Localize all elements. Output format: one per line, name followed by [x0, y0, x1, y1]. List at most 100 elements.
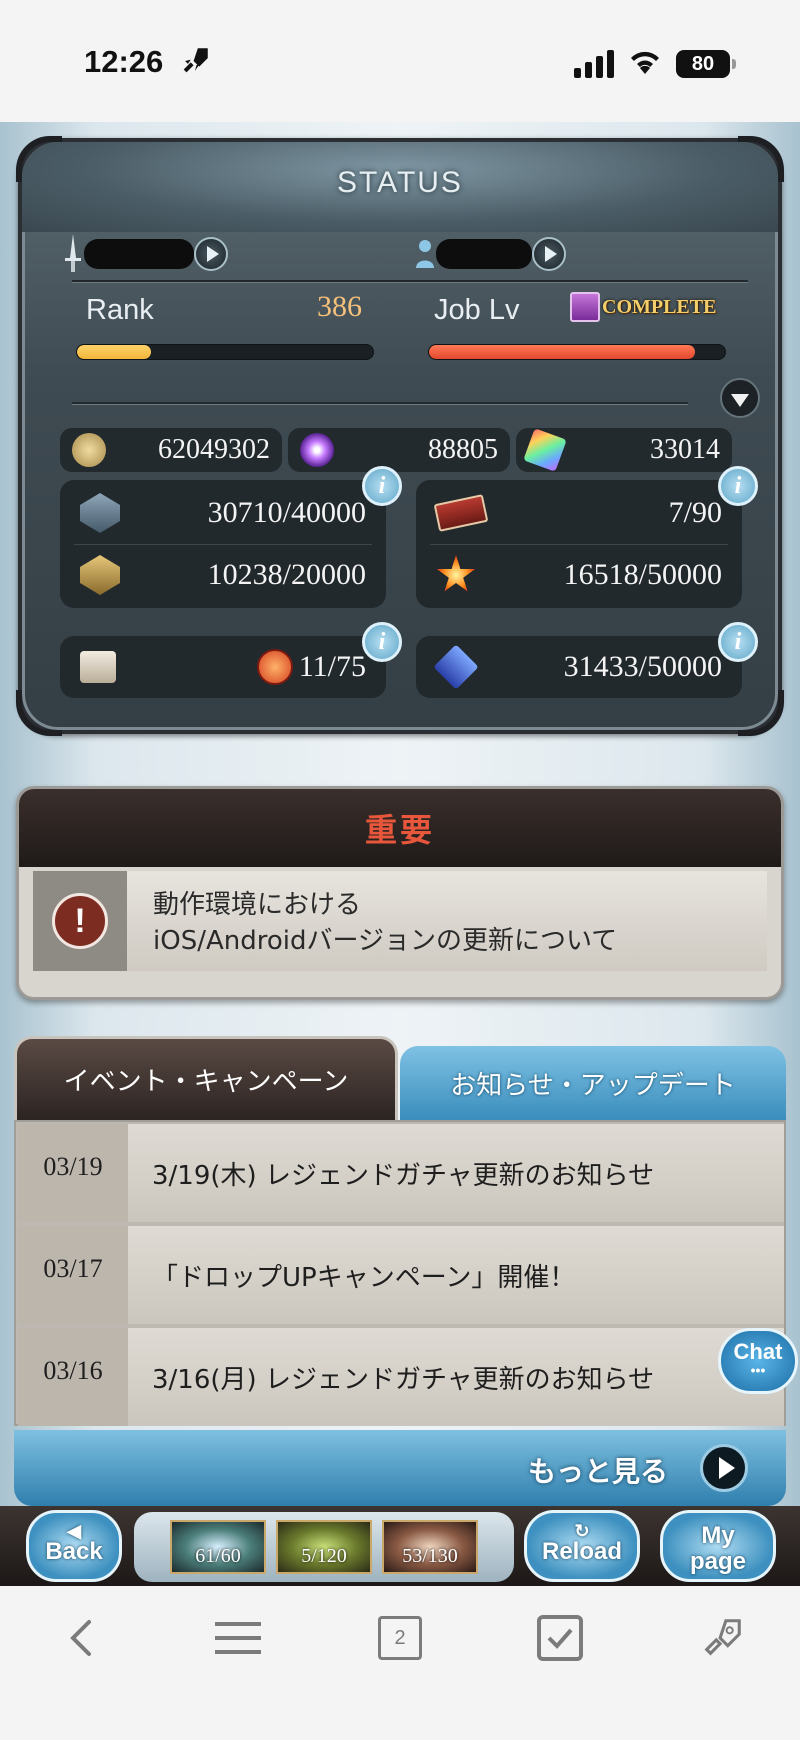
stat-row: 16518/50000	[416, 546, 742, 604]
list-item[interactable]: 03/17 「ドロップUPキャンペーン」開催！	[18, 1226, 784, 1324]
stat-row: 10238/20000	[60, 546, 386, 604]
see-more-label[interactable]: もっと見る	[528, 1450, 668, 1490]
back-label: Back	[45, 1538, 103, 1565]
ellipsis-icon: •••	[750, 1362, 766, 1378]
gold-gem-icon	[80, 555, 120, 595]
job-progress-bar	[428, 344, 726, 360]
stat-row: 31433/50000	[416, 638, 742, 696]
notice-item[interactable]: ! 動作環境における iOS/Androidバージョンの更新について	[33, 871, 767, 971]
expand-status-button[interactable]	[720, 378, 760, 418]
info-button[interactable]: i	[362, 622, 402, 662]
tab-news-updates[interactable]: お知らせ・アップデート	[400, 1046, 786, 1120]
divider	[72, 402, 688, 404]
warning-icon: !	[52, 893, 108, 949]
ep-value: 53/130	[402, 1545, 458, 1567]
notice-header: 重要	[19, 789, 781, 867]
game-nav-bar: ◀ Back 61/60 5/120 53/130 ↻ Reload My pa…	[0, 1506, 800, 1586]
news-title: 3/16(月) レジェンドガチャ更新のお知らせ	[152, 1364, 655, 1395]
stat-value: 10238/20000	[207, 558, 366, 591]
clock: 12:26	[84, 44, 164, 79]
crew-profile-button[interactable]	[532, 237, 566, 271]
tab-events-campaigns[interactable]: イベント・キャンペーン	[14, 1036, 398, 1120]
currency-rainbow: 33014	[516, 428, 732, 472]
mypage-label-line2: page	[689, 1548, 746, 1575]
mypage-button[interactable]: My page	[660, 1510, 776, 1582]
crystal-value: 88805	[428, 434, 498, 465]
ios-status-bar: 12:26 80	[0, 0, 800, 122]
status-panel: STATUS Rank 386 Job Lv COMPLETE 62049302…	[16, 136, 784, 736]
info-button[interactable]: i	[718, 466, 758, 506]
stat-value: 7/90	[668, 496, 722, 529]
stat-box-chest: 11/75 i	[60, 622, 402, 698]
job-complete-badge: COMPLETE	[570, 292, 716, 322]
back-button[interactable]: ◀ Back	[26, 1510, 122, 1582]
rocket-icon[interactable]	[692, 1608, 752, 1668]
news-title: 「ドロップUPキャンペーン」開催！	[152, 1262, 576, 1293]
news-tabs: イベント・キャンペーン お知らせ・アップデート	[14, 1036, 786, 1120]
burst-star-icon	[436, 555, 476, 592]
chat-label: Chat	[733, 1339, 783, 1364]
more-bar: もっと見る	[14, 1430, 786, 1506]
ap-tray: 61/60 5/120 53/130	[134, 1512, 514, 1582]
status-title: STATUS	[337, 166, 463, 199]
info-button[interactable]: i	[718, 622, 758, 662]
redacted-player-name	[84, 239, 194, 269]
news-date: 03/19	[18, 1124, 128, 1222]
rank-label: Rank	[86, 294, 154, 326]
divider	[430, 544, 728, 545]
ticket-icon	[433, 494, 489, 532]
crew-icon	[416, 240, 434, 268]
stat-row: 11/75	[60, 638, 386, 696]
rank-value: 386	[317, 290, 362, 323]
player-profile-button[interactable]	[194, 237, 228, 271]
currency-rupie: 62049302	[60, 428, 282, 472]
status-header: STATUS	[22, 142, 778, 232]
info-button[interactable]: i	[362, 466, 402, 506]
checkbox-icon[interactable]	[530, 1608, 590, 1668]
job-level-label: Job Lv	[434, 294, 520, 326]
news-list: 03/19 3/19(木) レジェンドガチャ更新のお知らせ 03/17 「ドロッ…	[14, 1120, 786, 1426]
silver-gem-icon	[80, 493, 120, 533]
crystal-orb-icon	[300, 433, 334, 467]
rupie-coin-icon	[72, 433, 106, 467]
job-progress-fill	[429, 345, 696, 359]
important-notice: 重要 ! 動作環境における iOS/Androidバージョンの更新について	[16, 786, 784, 1000]
rainbow-crystal-icon	[523, 428, 567, 472]
reload-icon: ↻	[574, 1521, 590, 1541]
notice-title: 重要	[364, 811, 435, 849]
ep-slot[interactable]: 53/130	[382, 1520, 478, 1574]
rank-up-badge-icon	[256, 649, 293, 685]
stat-box-right: 7/90 16518/50000 i	[416, 466, 758, 608]
stat-value: 30710/40000	[207, 496, 366, 529]
rainbow-value: 33014	[650, 434, 720, 465]
redacted-crew-name	[436, 239, 532, 269]
rupie-value: 62049302	[158, 434, 270, 465]
ap-slot[interactable]: 61/60	[170, 1520, 266, 1574]
crew-name-row[interactable]	[414, 230, 566, 278]
notice-line: 動作環境における	[153, 890, 362, 920]
chat-button[interactable]: Chat •••	[718, 1328, 798, 1394]
divider	[72, 280, 748, 282]
ornament-corner	[738, 136, 784, 182]
ornament-corner	[738, 690, 784, 736]
news-title: 3/19(木) レジェンドガチャ更新のお知らせ	[152, 1160, 655, 1191]
tabs-button[interactable]: 2	[370, 1608, 430, 1668]
battery-indicator: 80	[676, 50, 736, 78]
player-name-row[interactable]	[62, 230, 228, 278]
menu-icon[interactable]	[208, 1608, 268, 1668]
reload-label: Reload	[541, 1538, 622, 1565]
mypage-label-line1: My	[701, 1522, 735, 1549]
rank-progress-bar	[76, 344, 374, 360]
stat-value: 11/75	[298, 650, 366, 683]
list-item[interactable]: 03/19 3/19(木) レジェンドガチャ更新のお知らせ	[18, 1124, 784, 1222]
stat-value: 31433/50000	[563, 650, 722, 683]
list-item[interactable]: 03/16 3/16(月) レジェンドガチャ更新のお知らせ	[18, 1328, 784, 1426]
notice-line: iOS/Androidバージョンの更新について	[153, 926, 618, 956]
bp-slot[interactable]: 5/120	[276, 1520, 372, 1574]
reload-button[interactable]: ↻ Reload	[524, 1510, 640, 1582]
signal-icon	[574, 50, 614, 78]
back-chevron-icon[interactable]	[50, 1608, 110, 1668]
stat-box-heart: 31433/50000 i	[416, 622, 758, 698]
see-more-button[interactable]	[700, 1444, 748, 1492]
ornament-corner	[16, 690, 62, 736]
